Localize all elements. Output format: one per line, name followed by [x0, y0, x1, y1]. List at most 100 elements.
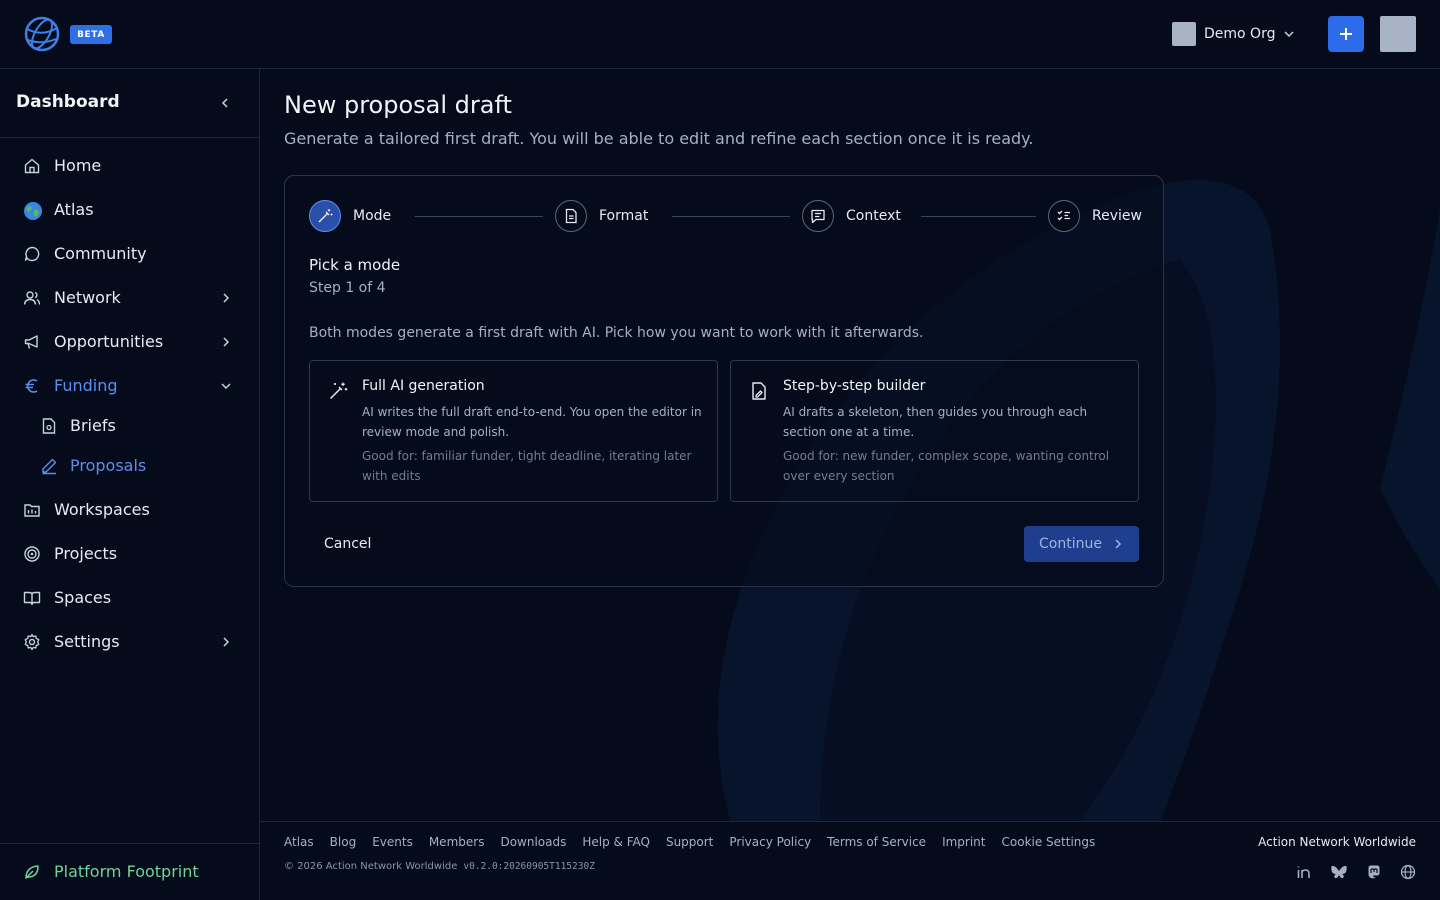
step-review[interactable]: Review — [1048, 200, 1142, 232]
sidebar-title: Dashboard — [16, 92, 120, 112]
page-title: New proposal draft — [284, 91, 512, 119]
sidebar-item-community[interactable]: Community — [0, 234, 259, 274]
mode-option-step-by-step[interactable]: Step-by-step builder AI drafts a skeleto… — [730, 360, 1139, 502]
sidebar-item-projects[interactable]: Projects — [0, 534, 259, 574]
wand-icon — [309, 200, 341, 232]
step-label: Format — [599, 208, 649, 224]
globe-icon[interactable] — [1400, 864, 1416, 880]
sidebar-item-network[interactable]: Network — [0, 278, 259, 318]
section-title: Pick a mode — [309, 256, 401, 274]
footer-org-name: Action Network Worldwide — [1258, 835, 1416, 849]
sidebar-item-proposals[interactable]: Proposals — [0, 446, 259, 486]
sidebar-item-label: Atlas — [54, 200, 94, 219]
sidebar-item-spaces[interactable]: Spaces — [0, 578, 259, 618]
beta-badge: BETA — [70, 25, 112, 44]
platform-footprint-link[interactable]: Platform Footprint — [0, 843, 259, 900]
users-icon — [23, 289, 41, 307]
proposal-wizard-card: Mode Format Context Review Pick a mode S… — [284, 175, 1164, 587]
sidebar-item-label: Community — [54, 244, 147, 263]
collapse-sidebar-icon[interactable] — [218, 96, 232, 110]
mode-description: AI drafts a skeleton, then guides you th… — [783, 405, 1088, 439]
step-counter: Step 1 of 4 — [309, 280, 386, 296]
euro-icon — [23, 377, 41, 395]
user-avatar[interactable] — [1380, 16, 1416, 52]
continue-button[interactable]: Continue — [1024, 526, 1139, 562]
footer-link-blog[interactable]: Blog — [330, 835, 357, 849]
section-description: Both modes generate a first draft with A… — [309, 325, 924, 341]
sidebar-item-home[interactable]: Home — [0, 146, 259, 186]
document-icon — [555, 200, 587, 232]
step-format[interactable]: Format — [555, 200, 648, 232]
step-context[interactable]: Context — [802, 200, 901, 232]
plus-icon — [1339, 27, 1353, 41]
step-connector — [415, 216, 543, 217]
create-button[interactable] — [1328, 16, 1364, 52]
target-icon — [23, 545, 41, 563]
sidebar-item-opportunities[interactable]: Opportunities — [0, 322, 259, 362]
step-label: Context — [846, 208, 901, 224]
sidebar-item-funding[interactable]: Funding — [0, 366, 259, 406]
footer-copyright: © 2026 Action Network Worldwide v0.2.0:20… — [284, 861, 595, 872]
footer-link-terms[interactable]: Terms of Service — [827, 835, 926, 849]
home-icon — [23, 157, 41, 175]
globe-emoji-icon — [23, 201, 42, 220]
megaphone-icon — [23, 333, 41, 351]
page-subtitle: Generate a tailored first draft. You wil… — [284, 129, 1034, 148]
mode-good-for: Good for: familiar funder, tight deadlin… — [362, 449, 692, 483]
gear-icon — [23, 633, 41, 651]
footer-link-help[interactable]: Help & FAQ — [582, 835, 650, 849]
step-connector — [921, 216, 1036, 217]
leaf-icon — [23, 863, 41, 881]
sidebar-item-briefs[interactable]: Briefs — [0, 406, 259, 446]
magic-wand-icon — [328, 381, 348, 401]
book-icon — [23, 589, 41, 607]
step-label: Mode — [353, 208, 392, 224]
pen-icon — [40, 457, 58, 475]
platform-footprint-label: Platform Footprint — [54, 862, 199, 881]
sidebar-item-label: Workspaces — [54, 500, 150, 519]
sidebar-header: Dashboard — [0, 69, 259, 138]
sidebar-item-label: Briefs — [70, 416, 116, 435]
mode-option-full-ai[interactable]: Full AI generation AI writes the full dr… — [309, 360, 718, 502]
chevron-right-icon — [219, 635, 233, 649]
linkedin-icon[interactable] — [1296, 864, 1312, 880]
file-edit-icon — [749, 381, 769, 401]
cancel-button[interactable]: Cancel — [309, 526, 386, 562]
footer-link-cookies[interactable]: Cookie Settings — [1002, 835, 1096, 849]
step-mode[interactable]: Mode — [309, 200, 391, 232]
org-switcher[interactable]: Demo Org — [1172, 22, 1295, 46]
sidebar-item-label: Home — [54, 156, 102, 175]
footer-links: Atlas Blog Events Members Downloads Help… — [284, 835, 1111, 849]
top-bar: BETA Demo Org — [0, 0, 1440, 69]
footer-link-atlas[interactable]: Atlas — [284, 835, 314, 849]
chevron-right-icon — [1102, 538, 1124, 550]
step-label: Review — [1092, 208, 1142, 224]
sidebar-item-atlas[interactable]: Atlas — [0, 190, 259, 230]
footer-link-members[interactable]: Members — [429, 835, 485, 849]
chevron-right-icon — [219, 291, 233, 305]
sidebar-item-label: Funding — [54, 376, 118, 395]
sidebar-item-settings[interactable]: Settings — [0, 622, 259, 662]
footer-link-privacy[interactable]: Privacy Policy — [729, 835, 811, 849]
sidebar-item-label: Settings — [54, 632, 120, 651]
mode-title: Step-by-step builder — [783, 378, 926, 394]
sidebar-item-workspaces[interactable]: Workspaces — [0, 490, 259, 530]
footer-link-downloads[interactable]: Downloads — [500, 835, 566, 849]
mastodon-icon[interactable] — [1366, 864, 1382, 880]
sidebar-item-label: Network — [54, 288, 121, 307]
folder-icon — [23, 501, 41, 519]
mode-title: Full AI generation — [362, 378, 485, 394]
bluesky-icon[interactable] — [1330, 864, 1348, 880]
sidebar-item-label: Proposals — [70, 456, 147, 475]
checklist-icon — [1048, 200, 1080, 232]
sidebar-item-label: Projects — [54, 544, 118, 563]
globe-logo-icon[interactable] — [23, 15, 61, 53]
footer-link-imprint[interactable]: Imprint — [942, 835, 985, 849]
document-icon — [40, 417, 58, 435]
footer-link-support[interactable]: Support — [666, 835, 713, 849]
org-avatar — [1172, 22, 1196, 46]
step-connector — [672, 216, 790, 217]
version-text: v0.2.0:20260905T115230Z — [463, 861, 595, 872]
footer-link-events[interactable]: Events — [372, 835, 413, 849]
sidebar-item-label: Spaces — [54, 588, 112, 607]
